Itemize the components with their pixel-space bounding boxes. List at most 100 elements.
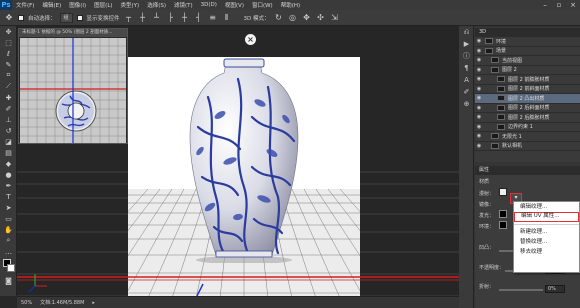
- scene-row[interactable]: ◉ 环境: [475, 37, 580, 47]
- scene-row[interactable]: ◉ 图层 2 前斜面材质: [475, 85, 580, 94]
- info-panel-icon[interactable]: ⓘ: [459, 50, 474, 62]
- align-center-icon[interactable]: ┼: [180, 13, 190, 23]
- menu-select[interactable]: 选择(S): [143, 1, 170, 9]
- blur-tool-icon[interactable]: ◆: [0, 158, 17, 169]
- menu-window[interactable]: 窗口(W): [248, 1, 277, 9]
- 3d-pan-icon[interactable]: ✥: [302, 13, 312, 23]
- 3d-scale-icon[interactable]: ⇲: [330, 13, 340, 23]
- align-middle-icon[interactable]: ┼: [138, 13, 148, 23]
- minimize-icon[interactable]: –: [538, 0, 552, 10]
- history-panel-icon[interactable]: ⎌: [459, 26, 474, 38]
- scene-row[interactable]: ◉ 图层 2 凸出材质: [475, 94, 580, 104]
- menu-edit-uv-properties[interactable]: 编辑 UV 属性...: [514, 212, 579, 222]
- healing-tool-icon[interactable]: ✚: [0, 92, 17, 103]
- scene-row[interactable]: ◉ 图层 2: [475, 66, 580, 75]
- brush-panel-icon[interactable]: ✐: [459, 86, 474, 98]
- visibility-eye-icon[interactable]: ◉: [475, 105, 483, 111]
- secondary-view-window[interactable]: 未标题-1 依据的 @ 50% (图层 2 剖面材质...: [18, 28, 128, 144]
- scene-row[interactable]: ◉ 场景: [475, 47, 580, 56]
- 3d-slide-icon[interactable]: ✣: [316, 13, 326, 23]
- gradient-tool-icon[interactable]: ▤: [0, 147, 17, 158]
- 3d-panel-tab[interactable]: 3D: [475, 28, 580, 37]
- more-tools-icon[interactable]: …: [0, 246, 17, 257]
- refraction-value[interactable]: 0%: [545, 285, 565, 293]
- menu-filter[interactable]: 滤镜(T): [170, 1, 197, 9]
- move-tool-icon[interactable]: ✥: [4, 13, 14, 23]
- auto-select-dropdown[interactable]: 组: [59, 12, 73, 23]
- menu-help[interactable]: 帮助(H): [277, 1, 304, 9]
- menu-layer[interactable]: 图层(L): [90, 1, 116, 9]
- visibility-eye-icon[interactable]: ◉: [475, 38, 483, 44]
- menu-image[interactable]: 图像(I): [65, 1, 90, 9]
- history-brush-icon[interactable]: ↺: [0, 125, 17, 136]
- visibility-eye-icon[interactable]: ◉: [475, 133, 483, 139]
- marquee-tool-icon[interactable]: ⬚: [0, 37, 17, 48]
- scene-row[interactable]: ◉ 图层 2 前膨胀材质: [475, 75, 580, 85]
- refraction-slider[interactable]: [499, 289, 543, 291]
- scene-row[interactable]: ◉ 当前视图: [475, 56, 580, 66]
- hand-tool-icon[interactable]: ✋: [0, 224, 17, 235]
- menu-replace-texture[interactable]: 替换纹理...: [514, 237, 579, 247]
- align-top-icon[interactable]: ┬: [124, 13, 134, 23]
- eraser-tool-icon[interactable]: ◪: [0, 136, 17, 147]
- close-icon[interactable]: ×: [566, 0, 580, 10]
- menu-3d[interactable]: 3D(D): [197, 2, 221, 8]
- scene-row[interactable]: ◉ 默认相机: [475, 142, 580, 151]
- type-tool-icon[interactable]: T: [0, 191, 17, 202]
- diffuse-color-swatch[interactable]: [499, 188, 507, 196]
- brush-tool-icon[interactable]: ✐: [0, 103, 17, 114]
- distribute-horizontal-icon[interactable]: ⦀: [222, 13, 232, 23]
- menu-remove-texture[interactable]: 移去纹理: [514, 247, 579, 257]
- quick-mask-icon[interactable]: ◙: [0, 275, 17, 286]
- visibility-eye-icon[interactable]: ◉: [475, 57, 483, 63]
- scene-row[interactable]: ◉ 无限光 1: [475, 132, 580, 142]
- menu-edit-texture[interactable]: 编辑纹理...: [514, 202, 579, 212]
- paragraph-panel-icon[interactable]: ¶: [459, 62, 474, 74]
- close-3d-view-icon[interactable]: ×: [245, 34, 256, 45]
- visibility-eye-icon[interactable]: ◉: [475, 95, 483, 101]
- quick-select-tool-icon[interactable]: ✎: [0, 59, 17, 70]
- visibility-eye-icon[interactable]: ◉: [475, 114, 483, 120]
- visibility-eye-icon[interactable]: ◉: [475, 67, 483, 73]
- scene-row[interactable]: ◉ 边界约束 1: [475, 123, 580, 132]
- illumination-color-swatch[interactable]: [499, 210, 507, 218]
- lasso-tool-icon[interactable]: ℓ: [0, 48, 17, 59]
- align-left-icon[interactable]: ├: [166, 13, 176, 23]
- restore-icon[interactable]: ▫: [552, 0, 566, 10]
- show-transform-checkbox[interactable]: [76, 14, 83, 21]
- visibility-eye-icon[interactable]: ◉: [475, 76, 483, 82]
- scene-row[interactable]: ◉ 图层 2 后膨胀材质: [475, 113, 580, 123]
- dodge-tool-icon[interactable]: ●: [0, 169, 17, 180]
- menu-new-texture[interactable]: 新建纹理...: [514, 227, 579, 237]
- background-color-swatch[interactable]: [7, 264, 15, 272]
- move-tool-icon[interactable]: ✥: [0, 26, 17, 37]
- ambient-color-swatch[interactable]: [499, 221, 507, 229]
- shape-tool-icon[interactable]: ▭: [0, 213, 17, 224]
- crop-tool-icon[interactable]: ⌗: [0, 70, 17, 81]
- menu-edit[interactable]: 编辑(E): [38, 1, 65, 9]
- align-right-icon[interactable]: ┤: [194, 13, 204, 23]
- menu-type[interactable]: 类型(Y): [117, 1, 144, 9]
- 3d-roll-icon[interactable]: ◎: [288, 13, 298, 23]
- scene-row[interactable]: ◉ 图层 2 后斜面材质: [475, 104, 580, 113]
- eyedropper-tool-icon[interactable]: ⟋: [0, 81, 17, 92]
- visibility-eye-icon[interactable]: ◉: [475, 48, 483, 54]
- 3d-rotate-icon[interactable]: ↻: [274, 13, 284, 23]
- visibility-eye-icon[interactable]: ◉: [475, 86, 483, 92]
- distribute-icon[interactable]: ≡: [208, 13, 218, 23]
- clone-source-icon[interactable]: ⊕: [459, 98, 474, 110]
- align-bottom-icon[interactable]: ┴: [152, 13, 162, 23]
- status-arrow-icon[interactable]: ▸: [92, 300, 95, 306]
- zoom-level[interactable]: 50%: [21, 300, 32, 306]
- zoom-tool-icon[interactable]: ⌕: [0, 235, 17, 246]
- menu-view[interactable]: 视图(V): [221, 1, 248, 9]
- visibility-eye-icon[interactable]: ◉: [475, 143, 483, 149]
- actions-panel-icon[interactable]: ▶: [459, 38, 474, 50]
- properties-panel-tab[interactable]: 属性: [475, 166, 580, 175]
- color-swatches[interactable]: [0, 257, 17, 275]
- pen-tool-icon[interactable]: ✒: [0, 180, 17, 191]
- visibility-eye-icon[interactable]: ◉: [475, 124, 483, 130]
- character-panel-icon[interactable]: A: [459, 74, 474, 86]
- auto-select-checkbox[interactable]: [18, 14, 24, 21]
- stamp-tool-icon[interactable]: ⊥: [0, 114, 17, 125]
